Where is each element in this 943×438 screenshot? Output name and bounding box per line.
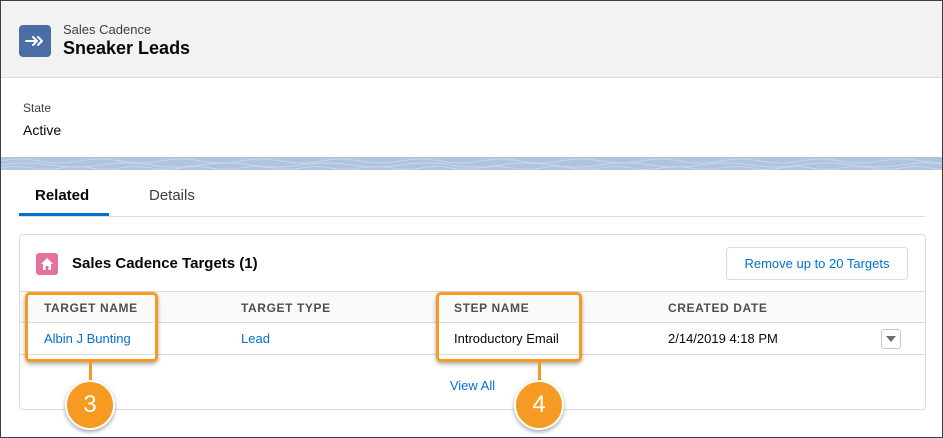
callout-highlight-step-name [436,292,582,362]
tabs-divider [19,216,925,217]
callout-badge-4: 4 [514,380,564,430]
tab-details[interactable]: Details [149,187,195,204]
related-list-title[interactable]: Sales Cadence Targets (1) [72,255,258,272]
row-actions-dropdown[interactable] [881,329,901,349]
view-all-link[interactable]: View All [20,378,925,393]
chevron-down-icon [886,335,896,342]
callout-highlight-target-name [25,292,158,362]
column-header-created-date[interactable]: CREATED DATE [668,301,767,315]
state-field-value: Active [23,122,62,138]
state-field-label: State [23,101,52,115]
callout-badge-3: 3 [65,380,115,430]
remove-targets-button[interactable]: Remove up to 20 Targets [726,247,908,280]
tab-related[interactable]: Related [35,187,89,204]
page-title: Sneaker Leads [63,38,191,58]
page-header: Sales Cadence Sneaker Leads [1,1,942,78]
target-type-link[interactable]: Lead [241,331,270,346]
cadence-arrow-icon [19,25,51,57]
home-icon [36,253,58,275]
decorative-wave-divider [1,157,942,170]
app-frame: Sales Cadence Sneaker Leads State Active… [0,0,943,438]
created-date-cell: 2/14/2019 4:18 PM [668,331,778,346]
record-type-label: Sales Cadence [63,22,152,37]
column-header-target-type[interactable]: TARGET TYPE [241,301,331,315]
callout-connector-4 [538,362,541,382]
callout-connector-3 [89,362,92,382]
